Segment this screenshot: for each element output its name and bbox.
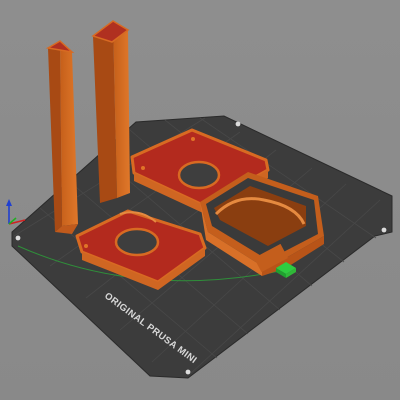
bed-hole-icon — [15, 235, 21, 241]
3d-viewport[interactable]: ORIGINAL PRUSA MINI — [0, 0, 400, 400]
viewport-canvas[interactable]: ORIGINAL PRUSA MINI — [0, 0, 400, 400]
bed-hole-icon — [235, 121, 241, 127]
bed-hole-icon — [185, 369, 191, 375]
bed-hole-icon — [381, 227, 387, 233]
